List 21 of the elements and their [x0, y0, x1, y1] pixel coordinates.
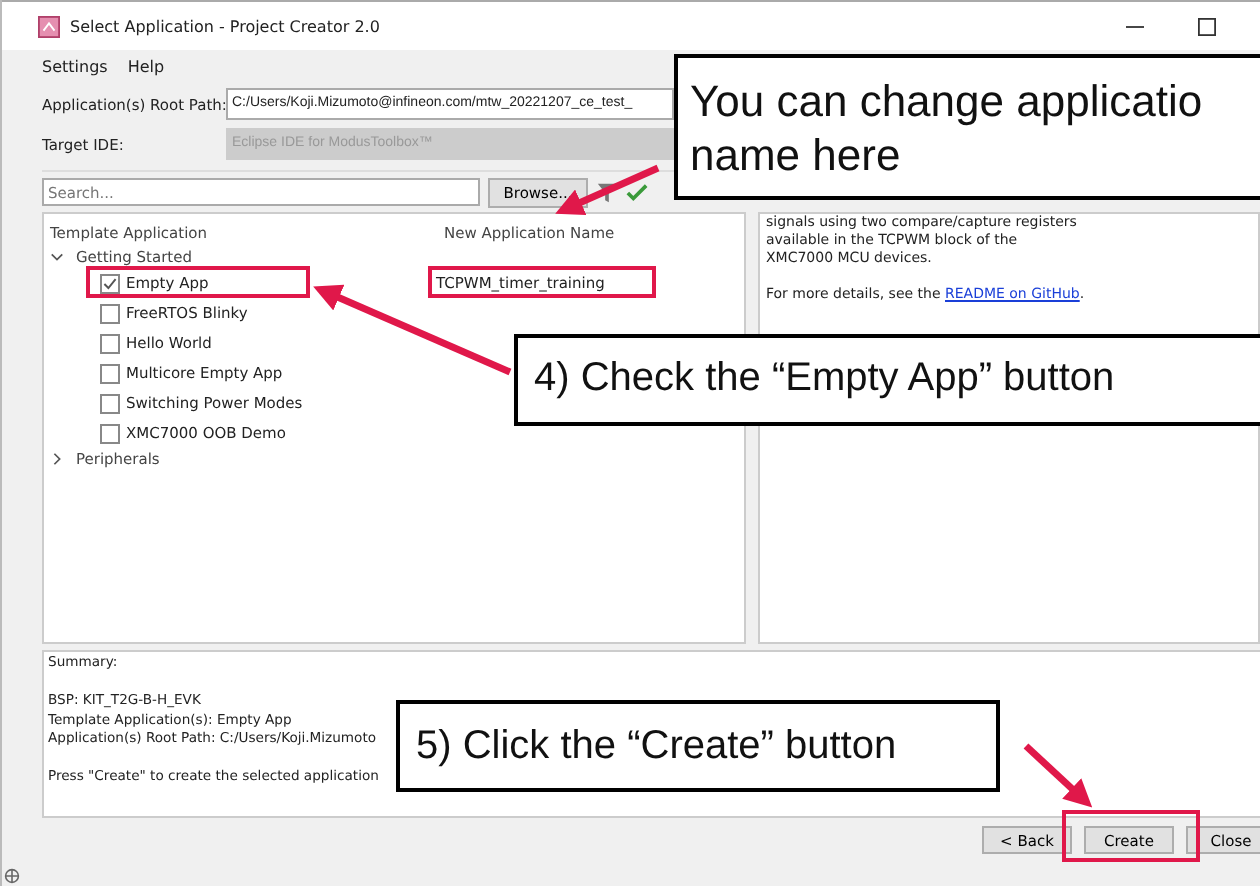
checkbox[interactable]	[100, 333, 120, 353]
menu-item[interactable]: Settings	[42, 57, 108, 75]
checkbox[interactable]	[100, 363, 120, 383]
chevron-icon[interactable]	[50, 250, 64, 264]
menu-item[interactable]: Help	[127, 57, 165, 75]
checkbox[interactable]	[100, 303, 120, 323]
globe-icon	[4, 868, 20, 884]
maximize-icon[interactable]	[1198, 17, 1216, 35]
checkbox[interactable]	[100, 273, 120, 293]
check-icon[interactable]	[626, 181, 648, 203]
checkbox[interactable]	[100, 423, 120, 443]
callout: You can change applicatio name here	[674, 54, 1260, 200]
callout: 4) Check the “Empty App” button	[514, 334, 1260, 426]
checkbox[interactable]	[100, 393, 120, 413]
chevron-icon[interactable]	[50, 452, 64, 466]
highlight-box	[1062, 810, 1200, 862]
callout: 5) Click the “Create” button	[396, 700, 1000, 792]
window-title: Select Application - Project Creator 2.0	[70, 17, 380, 35]
app-icon	[38, 15, 60, 37]
arrow	[1023, 743, 1093, 808]
filter-icon[interactable]	[596, 181, 618, 203]
